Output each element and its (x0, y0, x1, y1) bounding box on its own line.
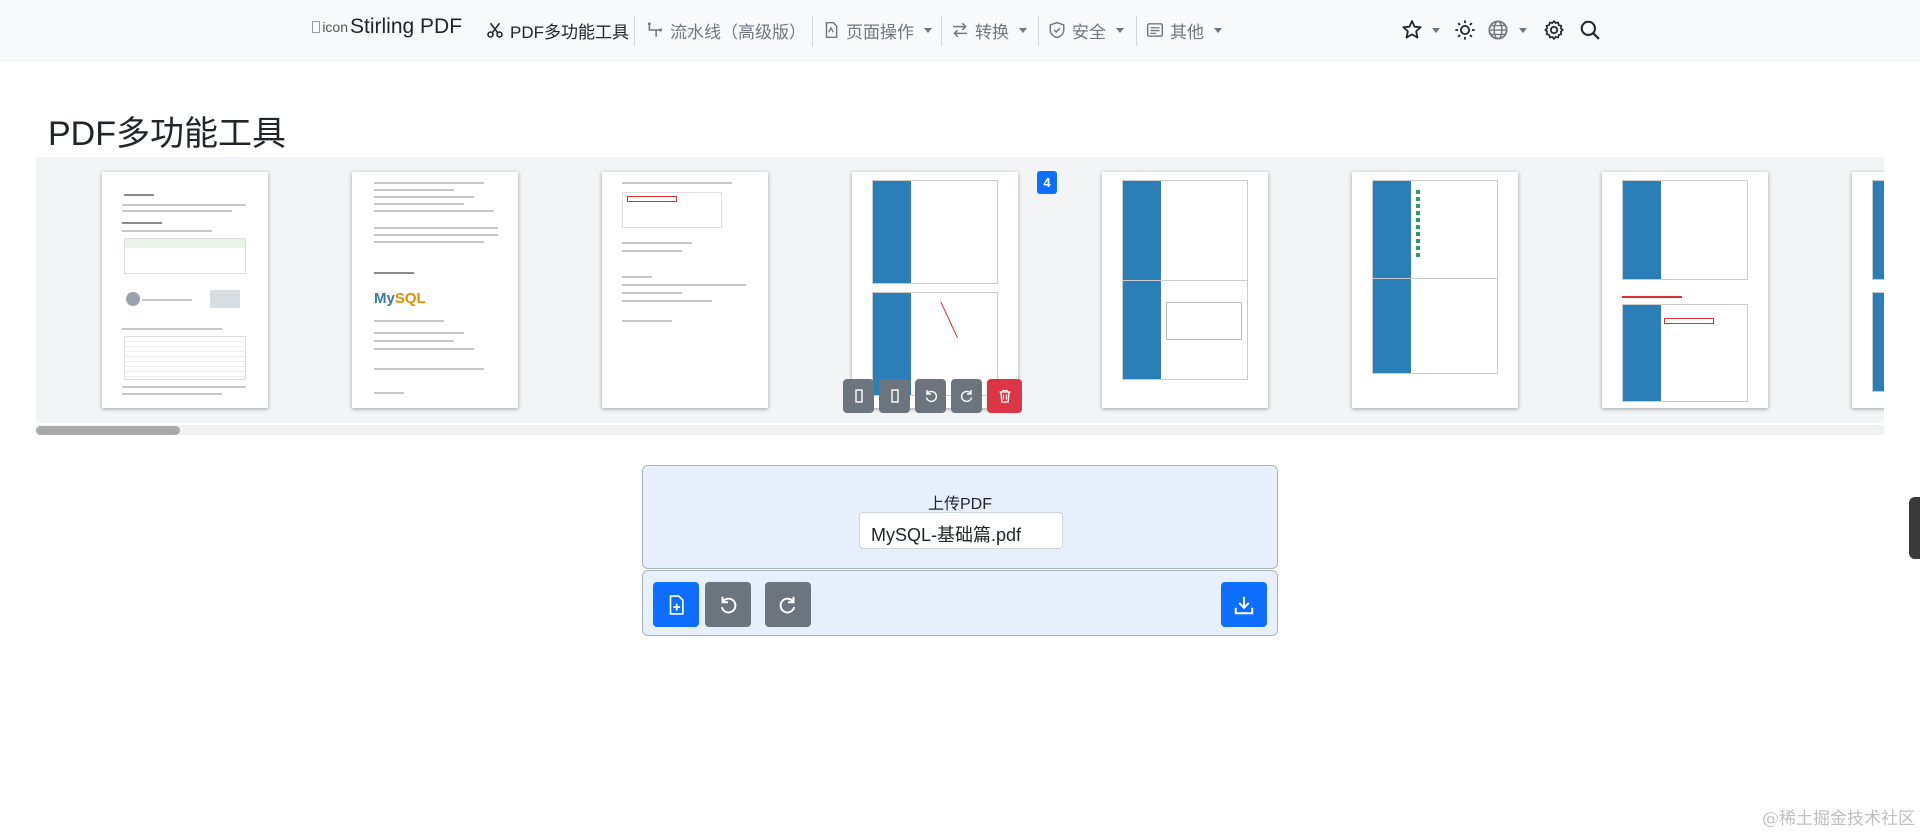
rotate-all-left-button[interactable] (705, 582, 751, 627)
convert-icon (953, 22, 967, 38)
rotate-right-icon (960, 390, 972, 403)
page-thumbnail[interactable] (1852, 172, 1884, 408)
settings-button[interactable] (1541, 17, 1567, 43)
add-file-button[interactable] (653, 582, 699, 627)
nav-other[interactable]: 其他 (1146, 15, 1222, 45)
navbar: icon Stirling PDF PDF多功能工具 流水线（高级版） 页面操作… (0, 0, 1920, 61)
nav-page-ops[interactable]: 页面操作 (822, 15, 932, 45)
page-thumbnail[interactable] (1352, 172, 1518, 408)
chevron-down-icon (1214, 27, 1222, 33)
chevron-down-icon (1432, 28, 1440, 33)
page-thumbnail[interactable] (1102, 172, 1268, 408)
page-thumbnail[interactable]: MySQL (352, 172, 518, 408)
chevron-down-icon (1116, 27, 1124, 33)
chevron-down-icon (1019, 27, 1027, 33)
rotate-right-icon (779, 596, 796, 613)
gear-icon (1544, 20, 1564, 40)
page-thumbnail[interactable] (1602, 172, 1768, 408)
rotate-left-icon (925, 390, 937, 403)
nav-label: 页面操作 (846, 22, 914, 42)
rotate-all-right-button[interactable] (765, 582, 811, 627)
add-file-icon (669, 594, 684, 615)
nav-label: 安全 (1072, 22, 1106, 42)
page-title: PDF多功能工具 (48, 115, 286, 153)
file-icon (825, 21, 838, 39)
page-number-badge: 4 (1037, 171, 1057, 194)
scissors-icon (487, 22, 503, 38)
delete-page-button[interactable] (987, 379, 1022, 413)
brand-logo: icon (312, 12, 348, 42)
chevron-down-icon (1519, 28, 1527, 33)
nav-multi-tool[interactable]: PDF多功能工具 (486, 15, 629, 45)
page-thumbnail[interactable] (102, 172, 268, 408)
nav-divider (941, 16, 942, 46)
horizontal-scrollbar-track[interactable] (36, 425, 1884, 435)
nav-pipeline[interactable]: 流水线（高级版） (646, 15, 806, 45)
upload-panel: 上传PDF MySQL-基础篇.pdf (642, 465, 1278, 569)
download-button[interactable] (1221, 582, 1267, 627)
nav-label: PDF多功能工具 (510, 22, 629, 42)
trash-icon (999, 389, 1010, 403)
brand-text: Stirling PDF (350, 15, 463, 38)
page-thumbnail[interactable] (602, 172, 768, 408)
move-right-button[interactable] (879, 379, 910, 413)
nav-divider (1038, 16, 1039, 46)
nav-divider (812, 16, 813, 46)
nav-divider (1136, 16, 1137, 46)
download-icon (1234, 596, 1254, 614)
globe-icon (1488, 20, 1508, 40)
file-input[interactable]: MySQL-基础篇.pdf (859, 512, 1063, 549)
rotate-right-button[interactable] (951, 379, 982, 413)
chevron-down-icon (924, 27, 932, 33)
search-button[interactable] (1577, 17, 1603, 43)
move-right-icon (890, 389, 899, 403)
language-menu[interactable] (1485, 17, 1511, 43)
page-tools (843, 379, 1022, 413)
favorites-menu[interactable] (1399, 17, 1425, 43)
move-left-button[interactable] (843, 379, 874, 413)
brand-logo-alt: icon (322, 19, 348, 35)
list-icon (1146, 23, 1164, 37)
nav-security[interactable]: 安全 (1048, 15, 1124, 45)
theme-toggle[interactable] (1452, 17, 1478, 43)
brand[interactable]: icon Stirling PDF (312, 12, 462, 42)
rotate-left-button[interactable] (915, 379, 946, 413)
upload-label: 上传PDF (927, 496, 992, 513)
nav-label: 流水线（高级版） (670, 22, 806, 42)
search-icon (1580, 20, 1600, 40)
sun-icon (1455, 20, 1475, 40)
action-bar (642, 570, 1278, 636)
horizontal-scrollbar-thumb[interactable] (36, 426, 180, 435)
nav-label: 其他 (1170, 22, 1204, 42)
nav-divider (634, 16, 635, 46)
vertical-scrollbar-thumb[interactable] (1909, 497, 1920, 559)
move-left-icon (854, 389, 863, 403)
broken-image-icon (312, 21, 321, 33)
nav-convert[interactable]: 转换 (951, 15, 1027, 45)
nav-label: 转换 (975, 22, 1009, 42)
shield-icon (1049, 21, 1065, 39)
page-thumbnail[interactable] (852, 172, 1018, 408)
star-icon (1402, 20, 1422, 39)
rotate-left-icon (720, 596, 737, 613)
pipeline-icon (647, 22, 663, 37)
watermark: @稀土掘金技术社区 (1762, 809, 1915, 829)
